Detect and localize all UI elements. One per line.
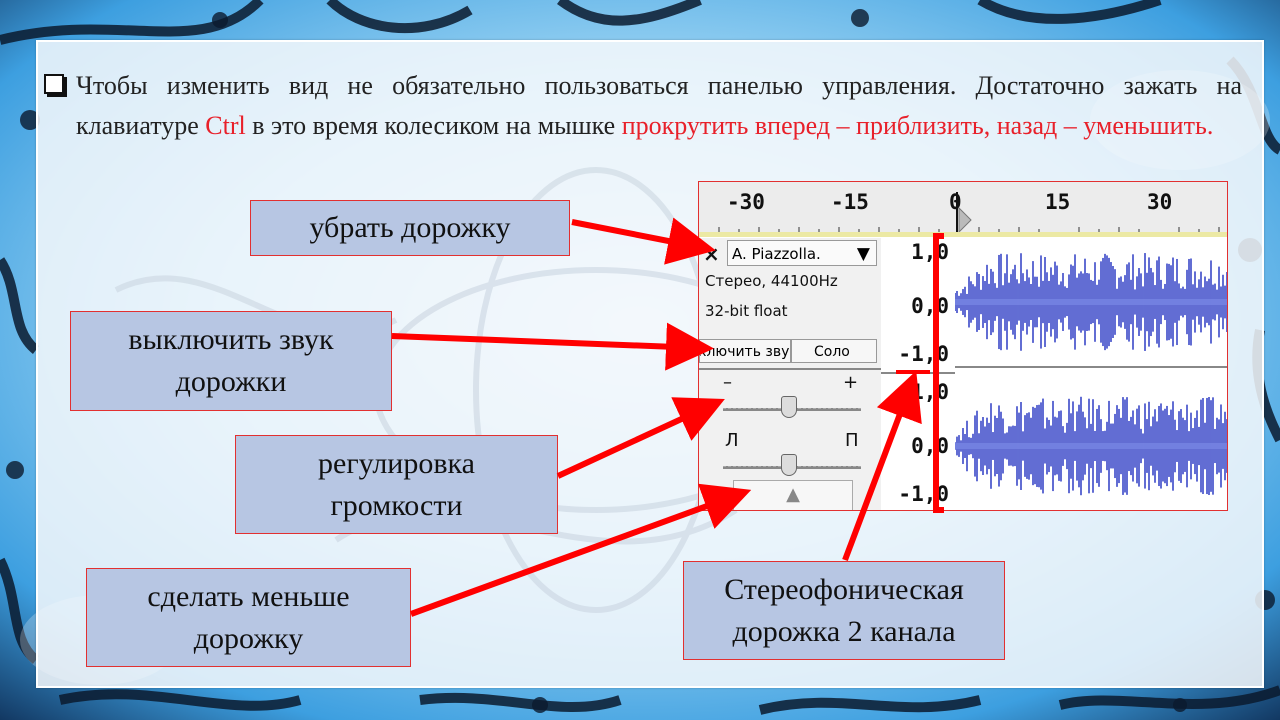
arrow-remove-track — [571, 217, 716, 265]
arrow-mute — [391, 322, 714, 371]
arrow-shrink — [409, 483, 752, 617]
annotation-arrows — [391, 217, 944, 617]
stereo-bracket — [933, 233, 944, 513]
arrow-stereo — [842, 370, 922, 562]
arrow-volume — [556, 397, 725, 479]
